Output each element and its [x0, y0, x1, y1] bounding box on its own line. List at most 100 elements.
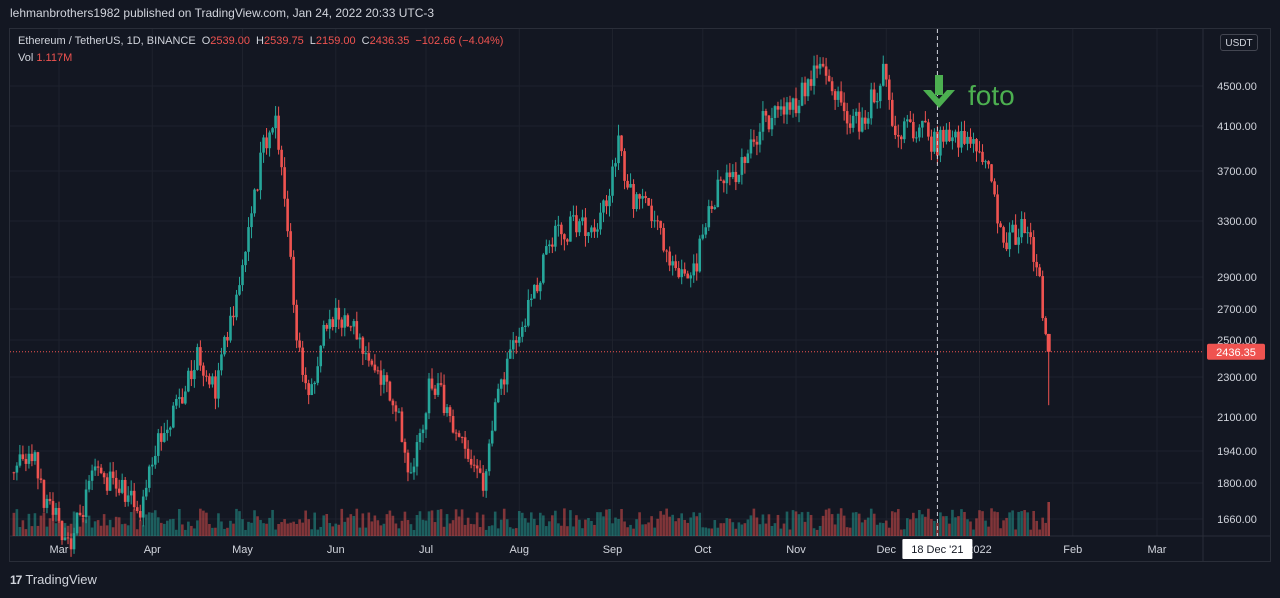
volume-bar [87, 515, 91, 536]
candle-body [794, 98, 798, 114]
volume-bar [578, 519, 581, 536]
candle-body [683, 269, 687, 274]
candle-body [854, 111, 858, 116]
candle-body [596, 229, 599, 232]
volume-bar [815, 529, 819, 536]
high-label: H [256, 35, 264, 47]
candle-body [578, 221, 581, 233]
volume-bar [123, 523, 127, 536]
volume-bar [12, 512, 16, 536]
candle-body [30, 453, 34, 462]
candle-body [81, 514, 85, 518]
volume-bar [644, 524, 647, 536]
candle-body [641, 196, 644, 199]
x-tick-label: Sep [603, 544, 623, 556]
volume-bar [557, 523, 560, 536]
volume-bar [990, 508, 993, 536]
candle-body [545, 246, 548, 255]
price-chart[interactable]: 1660.001800.001940.002100.002300.002500.… [0, 0, 1280, 598]
candle-body [987, 161, 990, 165]
candle-body [878, 85, 882, 102]
open-label: O [201, 35, 211, 47]
volume-bar [761, 514, 765, 536]
candle-body [39, 478, 43, 480]
candle-body [1038, 267, 1041, 277]
candle-body [912, 122, 915, 139]
volume-bar [752, 508, 756, 536]
candle-body [508, 349, 512, 359]
arrow-down-icon-shaft [935, 75, 943, 95]
volume-bar [954, 517, 957, 536]
candle-body [863, 117, 867, 124]
candle-body [557, 224, 560, 226]
volume-bar [316, 529, 320, 536]
candle-body [247, 227, 250, 252]
candle-body [560, 224, 563, 235]
candle-body [63, 537, 67, 541]
volume-bar [184, 529, 187, 536]
candle-body [915, 137, 918, 139]
candle-body [990, 164, 993, 182]
candle-body [214, 376, 217, 399]
volume-bar [758, 524, 762, 536]
volume-bar [358, 527, 362, 536]
volume-bar [529, 512, 533, 536]
candle-body [704, 227, 708, 235]
volume-bar [692, 512, 696, 536]
x-tick-label: Jul [419, 544, 433, 556]
volume-bar [975, 518, 978, 536]
candle-body [806, 79, 810, 97]
candle-body [812, 65, 816, 86]
volume-bar [536, 525, 539, 536]
candle-body [866, 118, 870, 124]
candle-body [159, 433, 163, 442]
candle-body [175, 398, 178, 406]
volume-bar [445, 514, 449, 536]
symbol-title[interactable]: Ethereum / TetherUS, 1D, BINANCE [18, 35, 196, 47]
volume-bar [120, 524, 124, 536]
candle-body [1026, 232, 1029, 234]
volume-bar [340, 508, 344, 536]
volume-bar [169, 519, 172, 536]
candle-body [737, 174, 741, 183]
candle-body [220, 354, 223, 371]
volume-bar [150, 512, 154, 536]
volume-bar [900, 529, 903, 536]
candle-body [259, 152, 262, 191]
candle-body [385, 375, 389, 382]
candle-body [33, 452, 37, 462]
volume-bar [821, 515, 825, 536]
foto-text: foto [968, 80, 1015, 111]
volume-bar [716, 527, 720, 536]
volume-bar [298, 519, 301, 536]
candle-body [69, 538, 73, 550]
volume-bar [502, 508, 506, 536]
volume-bar [728, 518, 732, 536]
candle-body [1011, 224, 1014, 233]
volume-bar [794, 511, 798, 536]
volume-bar [24, 529, 28, 536]
volume-bar [268, 517, 271, 536]
candle-body [969, 136, 972, 144]
volume-bar [602, 516, 605, 536]
candle-body [875, 101, 879, 103]
candle-body [457, 433, 461, 437]
close-label: C [361, 35, 370, 47]
volume-bar [436, 509, 440, 536]
candle-body [605, 200, 608, 207]
last-candle-body [1046, 333, 1051, 352]
volume-bar [520, 512, 524, 536]
candle-body [493, 402, 497, 431]
candle-body [232, 315, 235, 318]
volume-bar [412, 529, 416, 536]
volume-bar [457, 516, 461, 536]
volume-bar [605, 509, 608, 536]
x-tick-label: May [232, 544, 253, 556]
volume-bar [42, 512, 46, 536]
candle-body [108, 471, 112, 491]
candle-body [487, 443, 491, 472]
volume-bar [496, 528, 500, 536]
currency-button[interactable]: USDT [1220, 34, 1258, 51]
candle-body [1041, 276, 1044, 319]
volume-bar [773, 523, 777, 536]
